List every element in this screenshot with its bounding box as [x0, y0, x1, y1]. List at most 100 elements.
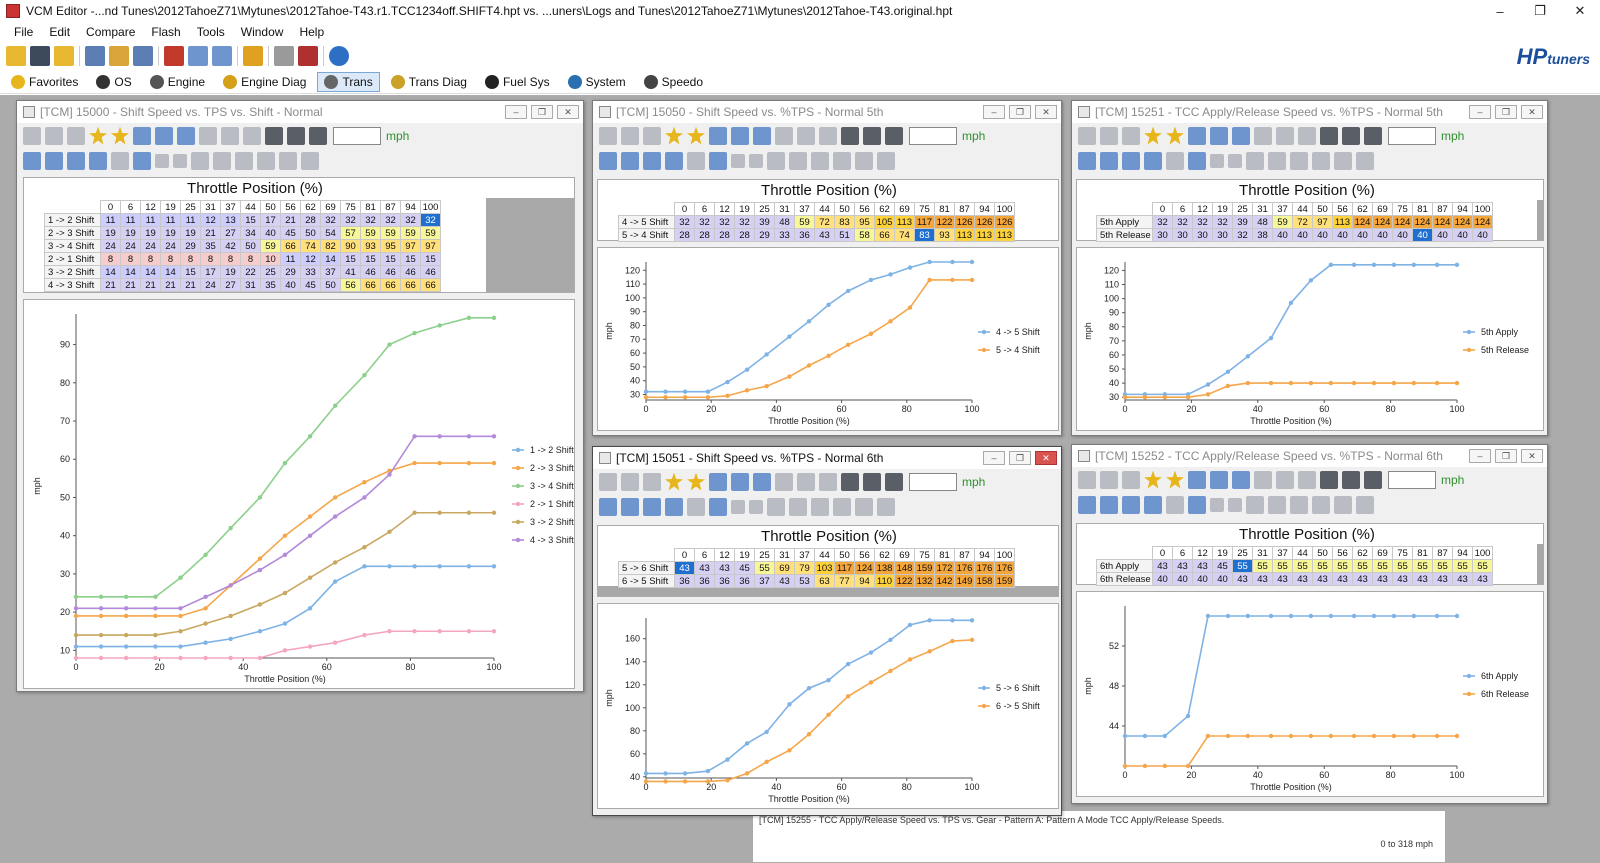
close-icon[interactable]: ✕ — [557, 105, 579, 119]
table-cell[interactable]: 19 — [180, 226, 201, 240]
table-cell[interactable]: 31 — [240, 278, 261, 292]
diff-table-icon[interactable] — [177, 126, 195, 145]
table-cell[interactable]: 57 — [340, 226, 361, 240]
diff-table-icon[interactable] — [1232, 470, 1250, 489]
select-all-icon[interactable] — [833, 151, 851, 170]
table-cell[interactable]: 32 — [714, 215, 735, 229]
nav-engine[interactable]: Engine — [143, 72, 212, 92]
edit-value-input[interactable] — [1388, 470, 1436, 489]
nav-trans[interactable]: Trans — [317, 71, 380, 92]
add-icon[interactable] — [863, 126, 881, 145]
table-cell[interactable]: 50 — [300, 226, 321, 240]
table-cell[interactable]: 13 — [220, 213, 241, 227]
save-icon[interactable] — [621, 126, 639, 145]
data-table[interactable]: 0 6 12 19 25 31 37 44 50 56 62 69 75 81 87 94 100 5 -> 6 … — [618, 548, 1015, 588]
table-cell[interactable]: 72 — [814, 215, 835, 229]
menu-compare[interactable]: Compare — [78, 25, 143, 39]
table-cell[interactable]: 93 — [360, 239, 381, 253]
decimal-remove-icon[interactable] — [749, 499, 763, 514]
table-cell[interactable]: 74 — [894, 228, 915, 242]
table-cell[interactable]: 126 — [954, 215, 975, 229]
equals-icon[interactable] — [841, 126, 859, 145]
table-cell[interactable]: 50 — [240, 239, 261, 253]
open-icon[interactable] — [1078, 126, 1096, 145]
table-cell[interactable]: 59 — [360, 226, 381, 240]
line-graph-icon[interactable] — [1188, 151, 1206, 170]
table-cell[interactable]: 15 — [380, 252, 401, 266]
table-cell[interactable]: 55 — [1272, 559, 1293, 573]
fill-icon[interactable] — [1290, 495, 1308, 514]
table-cell[interactable]: 28 — [734, 228, 755, 242]
diamond-icon[interactable] — [1166, 151, 1184, 170]
table-cell[interactable]: 43 — [1352, 572, 1373, 586]
maximize-icon[interactable]: ❐ — [1009, 105, 1031, 119]
table-cell[interactable]: 11 — [120, 213, 141, 227]
table-cell[interactable]: 59 — [400, 226, 421, 240]
table-cell[interactable]: 93 — [934, 228, 955, 242]
equals-icon[interactable] — [1320, 470, 1338, 489]
table-cell[interactable]: 43 — [1332, 572, 1353, 586]
view-columns-icon[interactable] — [1122, 151, 1140, 170]
select-all-icon[interactable] — [257, 151, 275, 170]
table-cell[interactable]: 15 — [420, 252, 441, 266]
select-all-icon[interactable] — [1312, 495, 1330, 514]
table-cell[interactable]: 28 — [300, 213, 321, 227]
decimal-add-icon[interactable] — [1210, 497, 1224, 512]
table-cell[interactable]: 43 — [814, 228, 835, 242]
maximize-icon[interactable]: ❐ — [1495, 449, 1517, 463]
table-cell[interactable]: 40 — [1432, 228, 1453, 242]
maximize-icon[interactable]: ❐ — [1520, 3, 1560, 19]
equals-icon[interactable] — [841, 472, 859, 491]
table-cell[interactable]: 41 — [340, 265, 361, 279]
table-cell[interactable]: 24 — [200, 278, 221, 292]
table-cell[interactable]: 8 — [160, 252, 181, 266]
table-cell[interactable]: 34 — [240, 226, 261, 240]
table-cell[interactable]: 95 — [380, 239, 401, 253]
table-cell[interactable]: 138 — [874, 561, 895, 575]
clear-icon[interactable] — [301, 151, 319, 170]
table-cell[interactable]: 132 — [914, 574, 935, 588]
table-cell[interactable]: 19 — [120, 226, 141, 240]
table-cell[interactable]: 21 — [280, 213, 301, 227]
table-cell[interactable]: 17 — [260, 213, 281, 227]
save-icon[interactable] — [1100, 126, 1118, 145]
user-lock-icon[interactable] — [109, 46, 129, 66]
table-cell[interactable]: 77 — [834, 574, 855, 588]
table-cell[interactable]: 10 — [260, 252, 281, 266]
decimal-add-icon[interactable] — [1210, 153, 1224, 168]
diff-table-icon[interactable] — [753, 472, 771, 491]
table-row[interactable]: 6th Release 40 40 40 40 43 43 43 43 43 43 43 43 43 43 4… — [1096, 572, 1493, 586]
table-cell[interactable]: 40 — [1392, 228, 1413, 242]
table-cell[interactable]: 32 — [1172, 215, 1193, 229]
table-cell[interactable]: 110 — [874, 574, 895, 588]
open-icon[interactable] — [23, 126, 41, 145]
paste-icon[interactable] — [1298, 470, 1316, 489]
undo-icon[interactable] — [775, 472, 793, 491]
table-cell[interactable]: 12 — [200, 213, 221, 227]
diamond-icon[interactable] — [111, 151, 129, 170]
table-cell[interactable]: 21 — [160, 278, 181, 292]
favorite-icon[interactable] — [665, 472, 683, 491]
menu-help[interactable]: Help — [291, 25, 332, 39]
multiply-icon[interactable] — [885, 126, 903, 145]
decimal-remove-icon[interactable] — [1228, 153, 1242, 168]
table-cell[interactable]: 53 — [794, 574, 815, 588]
add-icon[interactable] — [287, 126, 305, 145]
decimal-add-icon[interactable] — [155, 153, 169, 168]
table-cell[interactable]: 55 — [1292, 559, 1313, 573]
decimal-remove-icon[interactable] — [1228, 497, 1242, 512]
view-split-icon[interactable] — [1100, 151, 1118, 170]
data-table[interactable]: 0 6 12 19 25 31 37 44 50 56 62 69 75 81 87 94 100 1 -> 2 … — [44, 200, 441, 292]
table-cell[interactable]: 113 — [1332, 215, 1353, 229]
table-cell[interactable]: 40 — [1272, 228, 1293, 242]
table-cell[interactable]: 97 — [1312, 215, 1333, 229]
table-cell[interactable]: 149 — [954, 574, 975, 588]
view-table-icon[interactable] — [23, 151, 41, 170]
table-cell[interactable]: 42 — [220, 239, 241, 253]
table-cell[interactable]: 55 — [754, 561, 775, 575]
fill-icon[interactable] — [811, 151, 829, 170]
line-graph-icon[interactable] — [133, 151, 151, 170]
table-cell[interactable]: 35 — [200, 239, 221, 253]
table-cell[interactable]: 124 — [1452, 215, 1473, 229]
table-cell[interactable]: 148 — [894, 561, 915, 575]
